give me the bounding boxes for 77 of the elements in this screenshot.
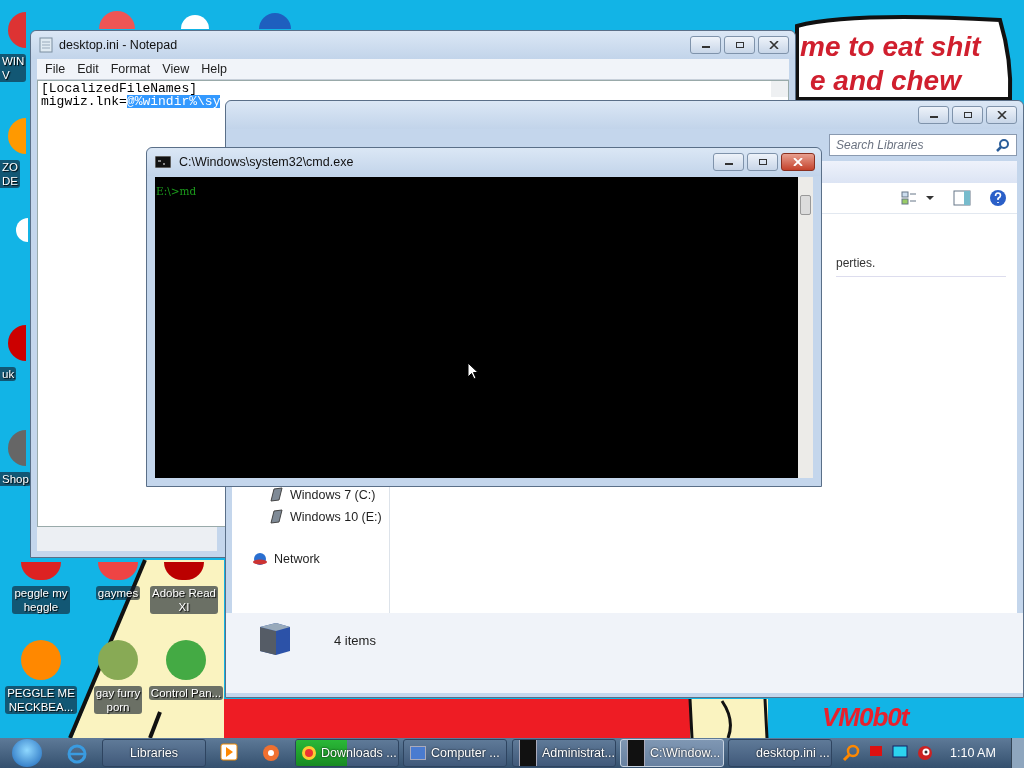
drive-icon — [268, 509, 284, 525]
nav-item[interactable]: Windows 7 (C:) — [252, 485, 389, 505]
taskbar-button[interactable]: Downloads ... — [295, 739, 399, 767]
shortcut-label[interactable]: ZO DE — [0, 160, 20, 188]
shortcut-label[interactable]: uk — [0, 367, 17, 381]
maximize-button[interactable] — [747, 153, 778, 171]
taskbar-button[interactable]: Administrat... — [512, 739, 616, 767]
menu-item[interactable]: File — [41, 60, 74, 78]
view-options-icon[interactable] — [901, 190, 935, 206]
close-icon — [996, 111, 1007, 119]
shortcut-label[interactable]: Control Pan... — [148, 686, 224, 700]
maximize-button[interactable] — [724, 36, 755, 54]
shortcut-label[interactable]: peggle my heggle — [12, 586, 70, 614]
clock[interactable]: 1:10 AM — [950, 746, 996, 760]
text-line: migwiz.lnk= — [41, 95, 127, 108]
maximize-icon — [734, 41, 745, 49]
shortcut-icon[interactable] — [8, 430, 26, 466]
preview-pane-icon[interactable] — [953, 190, 971, 206]
notepad-icon — [39, 37, 53, 53]
shortcut-icon[interactable] — [259, 13, 291, 29]
scroll-thumb[interactable] — [800, 195, 811, 215]
description-text: perties. — [836, 256, 1006, 277]
shortcut-icon[interactable] — [181, 15, 209, 29]
maximize-button[interactable] — [952, 106, 983, 124]
item-count: 4 items — [334, 633, 376, 648]
selected-text: @%windir%\sy — [126, 95, 221, 108]
close-button[interactable] — [986, 106, 1017, 124]
window-title: C:\Windows\system32\cmd.exe — [179, 155, 354, 169]
media-player-icon[interactable] — [220, 743, 238, 761]
flower-icon[interactable] — [16, 218, 28, 242]
magnifier-icon[interactable] — [842, 744, 860, 762]
shortcut-label[interactable]: PEGGLE ME NECKBEA... — [5, 686, 77, 714]
speaker-icon[interactable] — [916, 744, 934, 762]
menu-item[interactable]: Help — [197, 60, 235, 78]
maximize-icon — [757, 158, 768, 166]
start-button[interactable] — [12, 739, 42, 767]
help-icon[interactable] — [989, 189, 1007, 207]
close-button[interactable] — [758, 36, 789, 54]
pointer-icon — [467, 362, 479, 380]
taskbar-button[interactable]: desktop.ini ... — [728, 739, 832, 767]
text-line: [LocalizedFileNames] — [41, 82, 198, 95]
shortcut-label[interactable]: Shop — [0, 472, 31, 486]
shortcut-icon[interactable] — [8, 325, 26, 361]
app-icon[interactable] — [261, 743, 281, 763]
shortcut-label[interactable]: gaymes — [95, 586, 141, 600]
console-icon — [155, 156, 171, 168]
nav-item[interactable]: Windows 10 (E:) — [252, 507, 389, 527]
globe-icon — [252, 551, 268, 567]
menu-item[interactable]: Edit — [73, 60, 107, 78]
nav-item[interactable]: Network — [252, 549, 389, 569]
search-icon — [996, 138, 1010, 152]
browser-icon[interactable] — [66, 743, 88, 765]
taskbar-button[interactable]: Libraries — [102, 739, 206, 767]
minimize-button[interactable] — [918, 106, 949, 124]
console-output[interactable]: E:\>md — [155, 177, 798, 478]
wallpaper-caption: me to eat shit — [800, 30, 981, 64]
shortcut-label[interactable]: gay furry porn — [93, 686, 143, 714]
close-icon — [768, 41, 779, 49]
wallpaper-logo: VM0b0t — [822, 702, 909, 733]
shortcut-label[interactable]: WIN V — [0, 54, 27, 82]
search-field[interactable]: Search Libraries — [829, 134, 1017, 156]
close-button[interactable] — [781, 153, 815, 171]
console-line: E:\>md — [156, 185, 198, 197]
menu-item[interactable]: View — [158, 60, 198, 78]
monitor-icon[interactable] — [892, 744, 908, 760]
minimize-button[interactable] — [690, 36, 721, 54]
wallpaper-caption: e and chew — [810, 64, 964, 98]
close-icon — [793, 158, 803, 166]
taskbar-button[interactable]: Computer ... — [403, 739, 507, 767]
shortcut-label[interactable]: Adobe Read XI — [150, 586, 218, 614]
show-desktop-button[interactable] — [1011, 738, 1024, 768]
minimize-button[interactable] — [713, 153, 744, 171]
scrollbar[interactable] — [798, 177, 813, 478]
menu-item[interactable]: Format — [106, 60, 159, 78]
maximize-icon — [962, 111, 973, 119]
shortcut-icon[interactable] — [98, 562, 138, 580]
window-title: desktop.ini - Notepad — [59, 38, 178, 52]
